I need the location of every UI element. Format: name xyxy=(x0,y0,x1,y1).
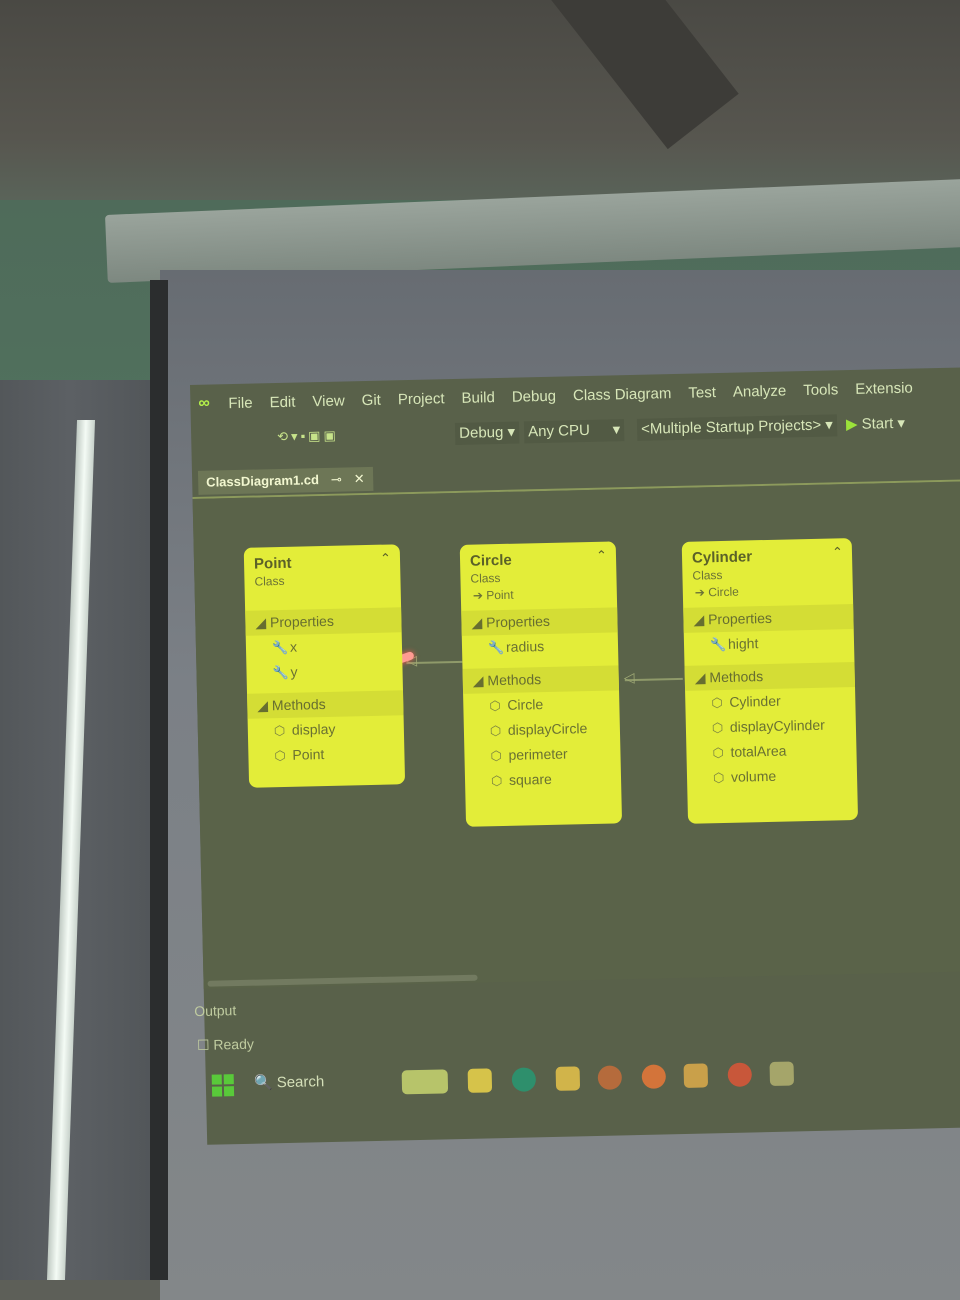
startup-projects-dropdown[interactable]: <Multiple Startup Projects> ▾ xyxy=(636,414,838,441)
class-diagram-canvas[interactable]: ◁ ◁ Point ⌃ Class ◢ Properties 🔧x 🔧y ◢ M… xyxy=(192,480,960,989)
task-view-icon[interactable] xyxy=(467,1068,493,1093)
method-item[interactable]: ⬡ perimeter xyxy=(464,740,621,769)
status-text: Ready xyxy=(213,1035,255,1053)
class-box-cylinder[interactable]: Cylinder ⌃ Class ➔ Circle ◢ Properties 🔧… xyxy=(681,538,859,824)
status-icon: ☐ xyxy=(196,1036,210,1054)
method-item[interactable]: ⬡ Circle xyxy=(463,690,620,719)
method-item[interactable]: ⬡ Point xyxy=(248,740,405,769)
method-cube-icon: ⬡ xyxy=(712,744,725,761)
play-icon: ▶ xyxy=(845,415,858,434)
method-item[interactable]: ⬡ displayCircle xyxy=(464,715,621,744)
method-cube-icon: ⬡ xyxy=(490,748,503,764)
collapse-icon[interactable]: ⌃ xyxy=(832,544,843,560)
start-button[interactable]: ▶ Start ▾ xyxy=(846,413,905,436)
wrench-icon: 🔧 xyxy=(271,639,289,656)
status-bar: ☐ Ready xyxy=(197,1036,254,1054)
method-cube-icon: ⬡ xyxy=(273,722,286,739)
visual-studio-logo-icon[interactable]: ∞ xyxy=(198,394,218,412)
method-item[interactable]: ⬡ volume xyxy=(687,762,858,791)
base-class: ➔ Point xyxy=(472,587,514,603)
class-name: Cylinder xyxy=(691,548,753,567)
close-icon[interactable]: ✕ xyxy=(354,471,365,486)
output-panel-label[interactable]: Output xyxy=(194,1002,236,1019)
method-cube-icon: ⬡ xyxy=(489,723,502,739)
method-item[interactable]: ⬡ square xyxy=(465,765,622,794)
menu-test[interactable]: Test xyxy=(688,384,716,402)
menu-view[interactable]: View xyxy=(312,392,345,410)
methods-section[interactable]: ◢ Methods xyxy=(684,661,856,691)
menu-git[interactable]: Git xyxy=(361,391,381,408)
method-item[interactable]: ⬡ totalArea xyxy=(686,737,857,766)
properties-section[interactable]: ◢ Properties xyxy=(245,607,402,636)
method-cube-icon: ⬡ xyxy=(711,719,724,736)
visual-studio-taskbar-icon[interactable] xyxy=(683,1063,709,1088)
wrench-icon: 🔧 xyxy=(709,636,727,653)
menu-edit[interactable]: Edit xyxy=(269,393,295,411)
menu-class-diagram[interactable]: Class Diagram xyxy=(573,385,672,404)
menu-extensions[interactable]: Extensio xyxy=(855,379,913,397)
class-box-point[interactable]: Point ⌃ Class ◢ Properties 🔧x 🔧y ◢ Metho… xyxy=(243,544,406,788)
method-cube-icon: ⬡ xyxy=(711,694,723,711)
class-name: Circle xyxy=(469,551,512,570)
methods-section[interactable]: ◢ Methods xyxy=(247,690,404,719)
pin-icon[interactable]: ⊸ xyxy=(331,472,342,487)
widgets-icon[interactable] xyxy=(401,1069,449,1095)
method-cube-icon: ⬡ xyxy=(712,769,725,786)
windows-taskbar: 🔍 Search xyxy=(205,1049,960,1111)
screen-frame xyxy=(150,280,168,1280)
method-item[interactable]: ⬡ display xyxy=(248,715,405,744)
configuration-dropdown[interactable]: Debug ▾ xyxy=(454,421,520,445)
wrench-icon: 🔧 xyxy=(272,664,289,681)
edge-browser-icon[interactable] xyxy=(511,1067,537,1092)
collapse-icon[interactable]: ⌃ xyxy=(596,548,607,564)
file-explorer-icon[interactable] xyxy=(555,1066,581,1091)
menu-build[interactable]: Build xyxy=(461,389,495,407)
method-cube-icon: ⬡ xyxy=(274,747,286,764)
inheritance-arrow-icon: ◁ xyxy=(623,668,635,686)
chrome-icon[interactable] xyxy=(597,1065,623,1090)
windows-start-icon[interactable] xyxy=(211,1074,235,1097)
class-name: Point xyxy=(253,554,292,573)
method-item[interactable]: ⬡ displayCylinder xyxy=(686,712,857,741)
menu-file[interactable]: File xyxy=(228,394,253,412)
property-item[interactable]: 🔧radius xyxy=(462,632,619,661)
method-cube-icon: ⬡ xyxy=(489,698,501,714)
menu-debug[interactable]: Debug xyxy=(512,387,557,405)
methods-section[interactable]: ◢ Methods xyxy=(462,665,620,694)
search-icon: 🔍 xyxy=(253,1074,273,1092)
method-cube-icon: ⬡ xyxy=(490,773,503,789)
property-item[interactable]: 🔧y xyxy=(246,657,403,686)
properties-section[interactable]: ◢ Properties xyxy=(461,607,618,636)
method-item[interactable]: ⬡ Cylinder xyxy=(685,687,856,716)
firefox-icon[interactable] xyxy=(641,1064,667,1089)
platform-dropdown[interactable]: Any CPU ▾ xyxy=(523,419,625,444)
menu-tools[interactable]: Tools xyxy=(803,381,838,399)
toolbar-icons[interactable]: ⟲▾▪▣▣ xyxy=(277,428,339,445)
menu-analyze[interactable]: Analyze xyxy=(733,382,787,400)
wrench-icon: 🔧 xyxy=(487,639,505,656)
terminal-icon[interactable] xyxy=(769,1061,795,1087)
visual-studio-window: ∞ File Edit View Git Project Build Debug… xyxy=(190,366,960,1145)
menu-project[interactable]: Project xyxy=(398,390,445,408)
app-icon[interactable] xyxy=(727,1062,753,1087)
class-box-circle[interactable]: Circle ⌃ Class ➔ Point ◢ Properties 🔧rad… xyxy=(459,541,623,827)
collapse-icon[interactable]: ⌃ xyxy=(380,550,391,566)
property-item[interactable]: 🔧x xyxy=(246,632,403,661)
properties-section[interactable]: ◢ Properties xyxy=(683,604,854,633)
tab-classdiagram[interactable]: ClassDiagram1.cd ⊸ ✕ xyxy=(197,466,373,495)
property-item[interactable]: 🔧hight xyxy=(684,629,855,658)
taskbar-search[interactable]: 🔍 Search xyxy=(254,1072,325,1092)
